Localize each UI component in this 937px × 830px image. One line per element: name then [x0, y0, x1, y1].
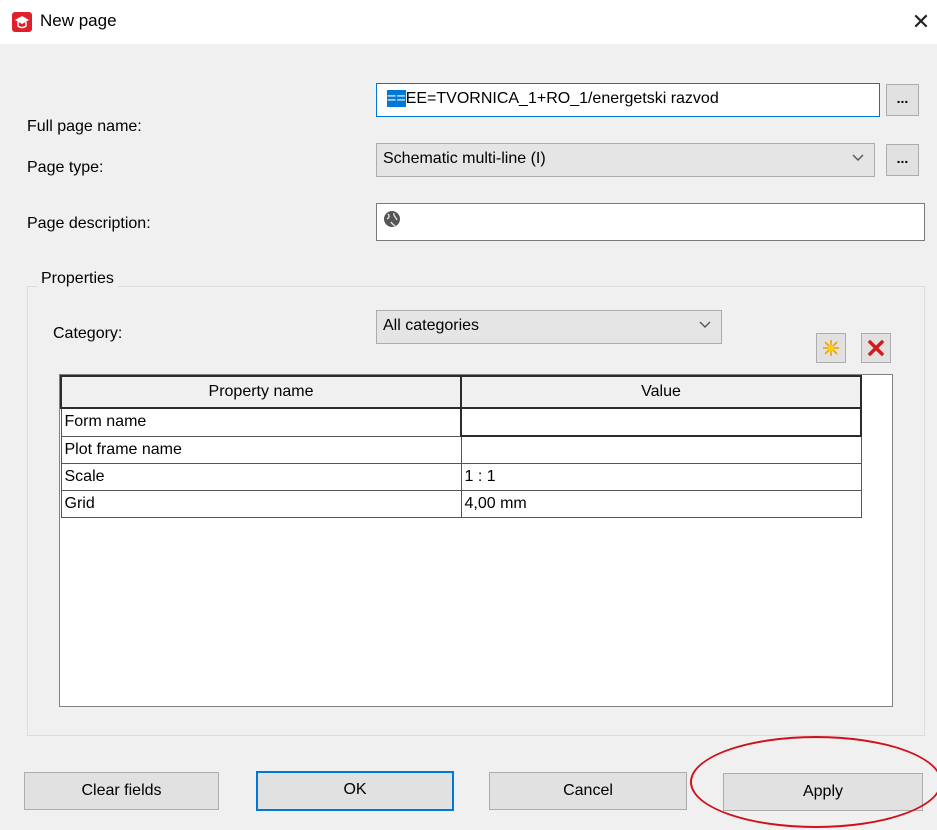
category-label: Category:: [53, 325, 123, 342]
close-icon[interactable]: ✕: [905, 4, 937, 40]
page-description-input[interactable]: [376, 203, 925, 241]
table-row[interactable]: Plot frame name: [60, 435, 862, 464]
property-value-cell[interactable]: [460, 407, 862, 437]
chevron-down-icon: [852, 154, 864, 161]
window-title: New page: [40, 11, 117, 30]
full-page-name-browse-button[interactable]: ...: [886, 84, 919, 116]
column-header-value[interactable]: Value: [460, 375, 862, 409]
delete-x-icon: [868, 340, 884, 356]
table-row[interactable]: Scale 1 : 1: [60, 463, 862, 491]
new-property-button[interactable]: [816, 333, 846, 363]
property-value-cell[interactable]: [460, 435, 862, 464]
property-value-cell[interactable]: 4,00 mm: [460, 490, 862, 518]
table-row[interactable]: Form name: [60, 407, 862, 437]
page-type-value: Schematic multi-line (I): [383, 150, 546, 167]
grid-header-row: Property name Value: [60, 375, 862, 409]
table-row[interactable]: Grid 4,00 mm: [60, 490, 862, 518]
category-dropdown[interactable]: All categories: [376, 310, 722, 344]
properties-grid[interactable]: Property name Value Form name Plot frame…: [59, 374, 893, 707]
page-type-label: Page type:: [27, 159, 104, 176]
full-page-name-label: Full page name:: [27, 118, 142, 135]
page-type-browse-button[interactable]: ...: [886, 144, 919, 176]
new-star-icon: [823, 340, 839, 356]
property-name-cell[interactable]: Plot frame name: [60, 435, 462, 464]
property-name-cell[interactable]: Grid: [60, 490, 462, 518]
delete-property-button[interactable]: [861, 333, 891, 363]
apply-button[interactable]: Apply: [723, 773, 923, 811]
globe-icon[interactable]: [383, 210, 401, 228]
chevron-down-icon: [699, 321, 711, 328]
page-description-label: Page description:: [27, 215, 151, 232]
page-type-dropdown[interactable]: Schematic multi-line (I): [376, 143, 875, 177]
column-header-property-name[interactable]: Property name: [60, 375, 462, 409]
ok-button[interactable]: OK: [256, 771, 454, 811]
property-name-cell[interactable]: Scale: [60, 463, 462, 491]
properties-group-label: Properties: [37, 270, 118, 288]
name-prefix-selection: ==: [387, 90, 406, 107]
full-page-name-value: EE=TVORNICA_1+RO_1/energetski razvod: [405, 90, 719, 107]
category-value: All categories: [383, 317, 480, 334]
title-bar: New page ✕: [0, 0, 937, 44]
property-value-cell[interactable]: 1 : 1: [460, 463, 862, 491]
app-icon: [12, 12, 32, 32]
clear-fields-button[interactable]: Clear fields: [24, 772, 219, 810]
property-name-cell[interactable]: Form name: [60, 407, 462, 437]
full-page-name-input[interactable]: ==EE=TVORNICA_1+RO_1/energetski razvod: [376, 83, 880, 117]
cancel-button[interactable]: Cancel: [489, 772, 687, 810]
